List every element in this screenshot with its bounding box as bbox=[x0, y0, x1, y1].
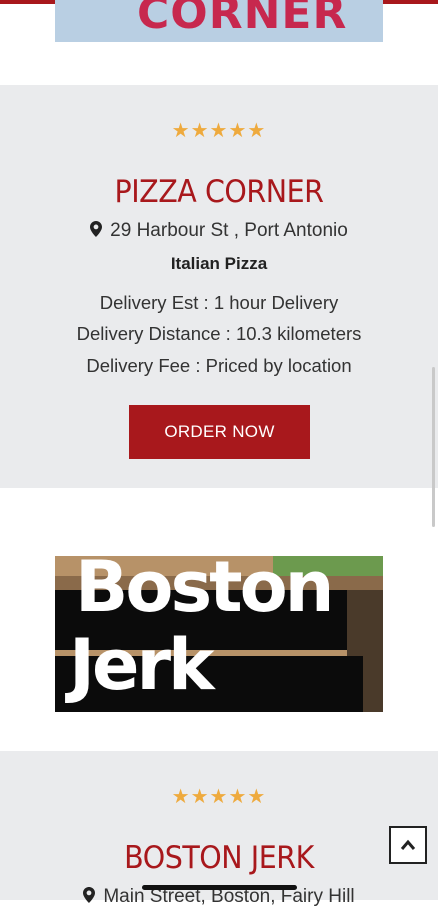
restaurant-card-boston-jerk: ★★★★★ BOSTON JERK Main Street, Boston, F… bbox=[0, 751, 438, 907]
cuisine-label: Italian Pizza bbox=[170, 254, 268, 273]
map-pin-icon bbox=[83, 887, 96, 903]
order-now-button[interactable]: ORDER NOW bbox=[129, 405, 310, 459]
restaurant-name[interactable]: PIZZA CORNER bbox=[18, 174, 421, 210]
home-indicator bbox=[142, 885, 297, 890]
scroll-to-top-button[interactable] bbox=[389, 826, 427, 864]
rating-stars: ★★★★★ bbox=[171, 120, 267, 142]
delivery-estimate: Delivery Est : 1 hour Delivery bbox=[99, 292, 339, 313]
page-scrollbar[interactable] bbox=[432, 367, 435, 527]
delivery-fee: Delivery Fee : Priced by location bbox=[86, 355, 352, 376]
restaurant-address: 29 Harbour St , Port Antonio bbox=[0, 220, 438, 242]
restaurant-name[interactable]: BOSTON JERK bbox=[18, 840, 421, 876]
map-pin-icon bbox=[90, 221, 103, 237]
logo-word-boston: Boston bbox=[75, 556, 334, 628]
boston-jerk-logo-image[interactable]: Boston Jerk bbox=[55, 556, 383, 712]
chevron-up-icon bbox=[400, 839, 416, 850]
pizza-corner-logo-image: CORNER bbox=[55, 0, 383, 42]
restaurant-card-pizza-corner: ★★★★★ PIZZA CORNER 29 Harbour St , Port … bbox=[0, 85, 438, 488]
logo-word-jerk: Jerk bbox=[69, 624, 215, 706]
rating-stars: ★★★★★ bbox=[171, 786, 267, 808]
address-text: 29 Harbour St , Port Antonio bbox=[110, 220, 348, 241]
delivery-distance: Delivery Distance : 10.3 kilometers bbox=[76, 323, 362, 344]
logo-lettering: CORNER bbox=[137, 0, 348, 39]
